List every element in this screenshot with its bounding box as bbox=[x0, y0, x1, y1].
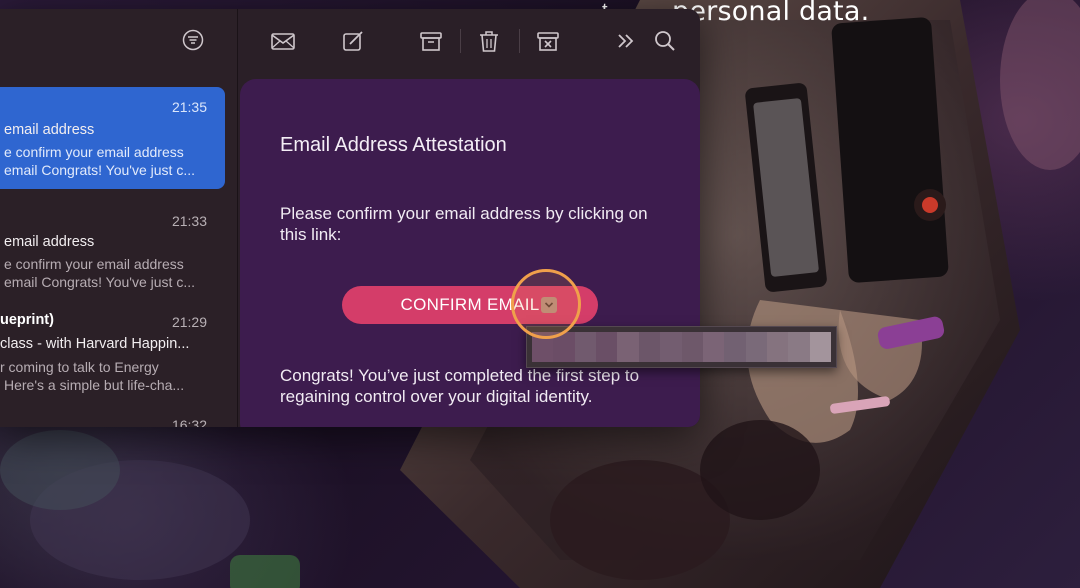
message-sender: ueprint) bbox=[0, 312, 54, 328]
message-time: 16:32 bbox=[171, 417, 207, 427]
message-preview-line-1: e confirm your email address bbox=[4, 144, 184, 160]
mail-icon[interactable] bbox=[270, 29, 296, 53]
message-row[interactable]: 21:33 email address e confirm your email… bbox=[0, 203, 225, 305]
message-subject: email address bbox=[4, 122, 95, 138]
toolbar-divider bbox=[519, 29, 520, 53]
toolbar-divider bbox=[460, 29, 461, 53]
email-title: Email Address Attestation bbox=[280, 134, 507, 156]
toolbar bbox=[238, 9, 700, 75]
cursor-highlight bbox=[511, 269, 581, 339]
more-icon[interactable] bbox=[612, 29, 638, 53]
background-headline: personal data. bbox=[672, 0, 870, 27]
message-preview-line-1: e confirm your email address bbox=[4, 256, 184, 272]
url-redacted-blur bbox=[532, 332, 832, 362]
message-subject: email address bbox=[4, 234, 95, 250]
message-row-selected[interactable]: 21:35 email address e confirm your email… bbox=[0, 87, 225, 189]
message-preview-line-2: email Congrats! You've just c... bbox=[4, 162, 195, 178]
message-time: 21:35 bbox=[171, 99, 207, 115]
message-row[interactable]: 16:32 bbox=[0, 407, 225, 427]
message-time: 21:33 bbox=[171, 213, 207, 229]
message-list-pane: 21:35 email address e confirm your email… bbox=[0, 9, 238, 427]
email-footer-text: Congrats! You’ve just completed the firs… bbox=[280, 366, 640, 406]
filter-icon[interactable] bbox=[182, 29, 204, 51]
message-subject: class - with Harvard Happin... bbox=[0, 336, 190, 352]
message-row[interactable]: 21:29 ueprint) class - with Harvard Happ… bbox=[0, 305, 225, 407]
message-preview-line-1: r coming to talk to Energy bbox=[0, 359, 159, 375]
junk-icon[interactable] bbox=[535, 29, 561, 53]
email-body-text: Please confirm your email address by cli… bbox=[280, 204, 648, 244]
email-body-card: Email Address Attestation Please confirm… bbox=[240, 79, 700, 427]
link-url-tooltip bbox=[526, 326, 837, 368]
message-time: 21:29 bbox=[171, 314, 207, 330]
message-preview-line-2: Here's a simple but life-cha... bbox=[4, 377, 185, 393]
message-preview-line-2: email Congrats! You've just c... bbox=[4, 274, 195, 290]
search-icon[interactable] bbox=[652, 29, 678, 53]
archive-icon[interactable] bbox=[418, 29, 444, 53]
compose-icon[interactable] bbox=[340, 29, 366, 53]
trash-icon[interactable] bbox=[476, 29, 502, 53]
